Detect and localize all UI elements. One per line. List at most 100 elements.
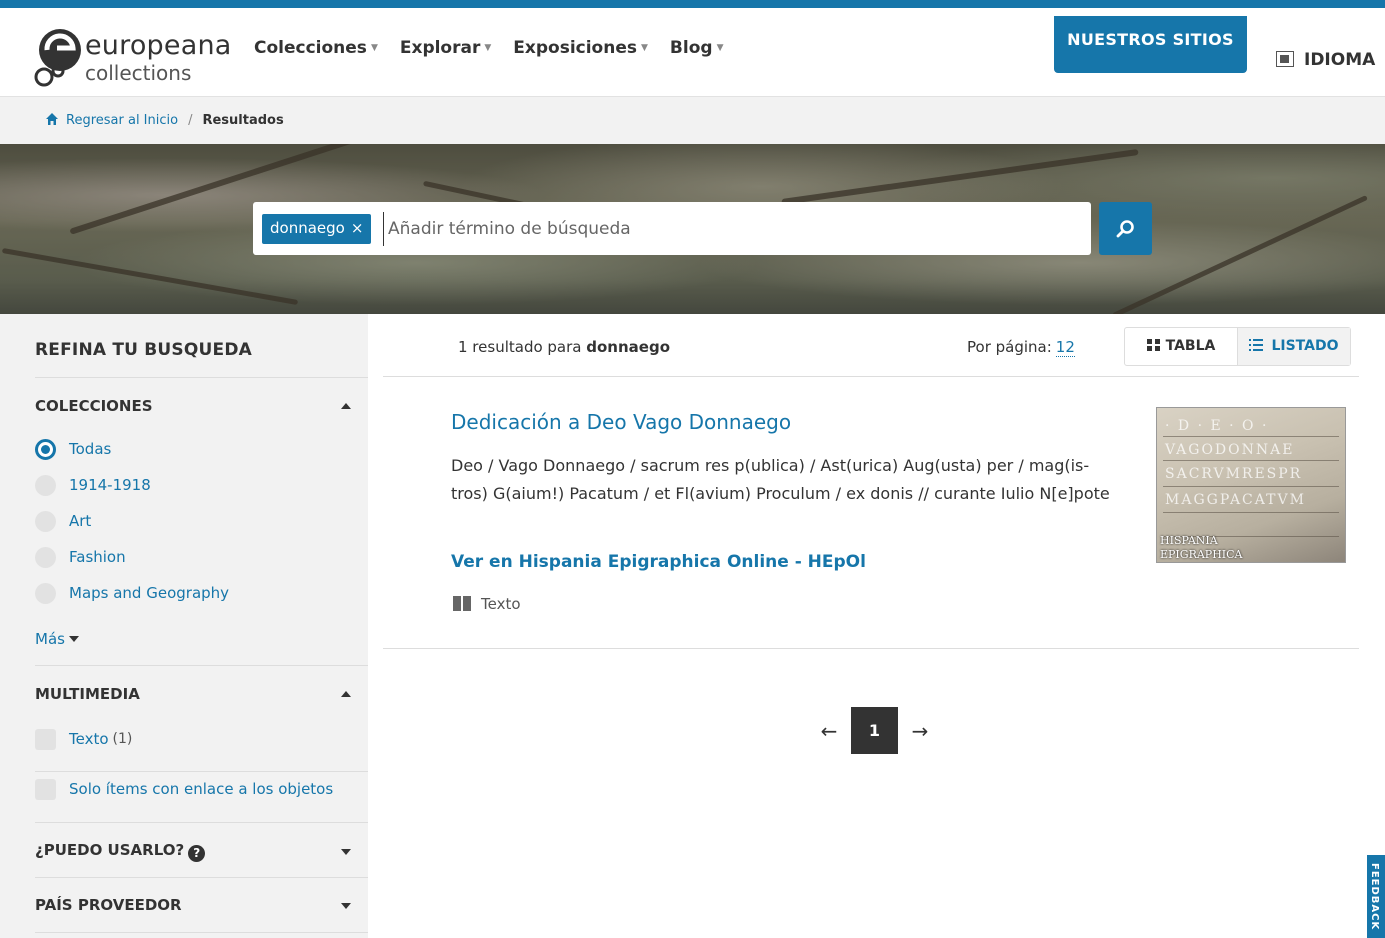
refine-sidebar: REFINA TU BUSQUEDA COLECCIONES Todas 191… <box>0 314 368 938</box>
view-table-button[interactable]: TABLA <box>1125 328 1238 365</box>
logo-text-europeana: europeana <box>85 30 232 61</box>
language-icon <box>1276 51 1294 67</box>
results-count: 1 resultado para donnaego <box>458 338 670 356</box>
list-icon <box>1249 339 1264 351</box>
per-page-selector: Por página: 12 <box>967 338 1075 357</box>
divider <box>35 932 368 933</box>
multimedia-title[interactable]: MULTIMEDIA <box>35 685 140 703</box>
option-count: (1) <box>112 731 133 747</box>
search-term-tag[interactable]: donnaego × <box>262 214 372 244</box>
more-collections-toggle[interactable]: Más <box>35 630 79 648</box>
chevron-down-icon: ▼ <box>641 43 648 53</box>
checkbox[interactable] <box>35 778 56 800</box>
results-main: 1 resultado para donnaego Por página: 12 … <box>383 314 1359 938</box>
search-box: donnaego × <box>253 202 1091 255</box>
divider <box>383 648 1359 649</box>
collapse-up-icon[interactable] <box>341 403 351 409</box>
radio[interactable] <box>35 510 56 532</box>
option-label: Solo ítems con enlace a los objetos <box>69 780 334 798</box>
nav-explorar[interactable]: Explorar ▼ <box>400 38 491 58</box>
rights-title[interactable]: ¿PUEDO USARLO?? <box>35 841 206 862</box>
option-label: Texto <box>69 730 109 748</box>
media-option-linked-only[interactable]: Solo ítems con enlace a los objetos <box>35 777 333 801</box>
europeana-logo-mark-icon <box>34 29 81 87</box>
search-icon <box>1116 220 1134 238</box>
breadcrumb: Regresar al Inicio / Resultados <box>46 113 284 128</box>
results-query: donnaego <box>586 338 671 356</box>
help-icon[interactable]: ? <box>188 845 206 862</box>
provider-country-title[interactable]: PAÍS PROVEEDOR <box>35 896 182 914</box>
language-label: IDIOMA <box>1304 50 1376 70</box>
result-thumbnail[interactable]: · D · E · O · VAGODONNAE SACRVMRESPR MAG… <box>1156 407 1346 563</box>
expand-down-icon[interactable] <box>341 903 351 909</box>
collection-option-maps[interactable]: Maps and Geography <box>35 581 229 605</box>
nav-explorar-label: Explorar <box>399 38 481 58</box>
results-count-text: 1 resultado para <box>458 338 582 356</box>
our-sites-button[interactable]: NUESTROS SITIOS <box>1054 16 1247 73</box>
chevron-down-icon: ▼ <box>484 43 492 53</box>
search-input[interactable] <box>383 212 1073 246</box>
next-page-arrow-icon[interactable]: → <box>902 719 938 743</box>
view-list-label: LISTADO <box>1271 338 1339 354</box>
inscription-glyphs: · D · E · O · <box>1165 418 1269 434</box>
breadcrumb-current: Resultados <box>202 113 284 128</box>
collapse-up-icon[interactable] <box>341 691 351 697</box>
refine-title: REFINA TU BUSQUEDA <box>35 340 253 360</box>
divider <box>35 377 368 378</box>
page-number-current[interactable]: 1 <box>851 707 898 754</box>
per-page-value[interactable]: 12 <box>1055 338 1075 357</box>
hero-branch <box>1 247 299 306</box>
inscription-glyphs: SACRVMRESPR <box>1165 466 1303 482</box>
feedback-tab[interactable]: FEEDBACK <box>1367 855 1385 938</box>
nav-colecciones[interactable]: Colecciones ▼ <box>254 38 378 58</box>
search-button[interactable] <box>1099 202 1152 255</box>
nav-blog[interactable]: Blog ▼ <box>670 38 724 58</box>
result-provider-link[interactable]: Ver en Hispania Epigraphica Online - HEp… <box>451 552 866 572</box>
collection-option-1914-1918[interactable]: 1914-1918 <box>35 473 151 497</box>
view-table-label: TABLA <box>1165 338 1216 354</box>
stone-line <box>1163 460 1339 461</box>
view-list-button[interactable]: LISTADO <box>1238 328 1350 365</box>
checkbox[interactable] <box>35 728 56 750</box>
grid-icon <box>1146 339 1160 351</box>
thumb-watermark-line1: HISPANIA <box>1160 534 1218 547</box>
breadcrumb-separator: / <box>188 113 193 128</box>
stone-line <box>1163 512 1339 513</box>
nav-exposiciones[interactable]: Exposiciones ▼ <box>513 38 648 58</box>
nav-colecciones-label: Colecciones <box>254 38 367 58</box>
collection-option-fashion[interactable]: Fashion <box>35 545 126 569</box>
stone-line <box>1163 486 1339 487</box>
option-label: 1914-1918 <box>69 476 151 494</box>
radio[interactable] <box>35 546 56 568</box>
expand-down-icon[interactable] <box>341 849 351 855</box>
language-selector[interactable]: IDIOMA <box>1276 50 1375 70</box>
breadcrumb-home-link[interactable]: Regresar al Inicio <box>66 113 178 128</box>
close-icon[interactable]: × <box>351 219 364 237</box>
home-icon <box>46 113 58 125</box>
media-option-texto[interactable]: Texto (1) <box>35 727 132 751</box>
collection-option-todas[interactable]: Todas <box>35 437 111 461</box>
radio-selected[interactable] <box>35 438 56 460</box>
rights-title-label: ¿PUEDO USARLO? <box>35 841 185 859</box>
option-label: Maps and Geography <box>69 584 230 602</box>
thumb-watermark-line2: EPIGRAPHICA <box>1160 548 1243 561</box>
search-term-label: donnaego <box>270 219 345 237</box>
divider <box>35 771 368 772</box>
divider <box>383 376 1359 377</box>
europeana-logo[interactable]: europeana collections <box>32 22 231 92</box>
prev-page-arrow-icon[interactable]: ← <box>811 719 847 743</box>
top-navigation-bar: europeana collections Colecciones ▼ Explo… <box>0 0 1385 96</box>
logo-text-collections: collections <box>85 61 192 85</box>
hero-branch <box>781 148 1139 206</box>
more-label: Más <box>35 630 65 648</box>
collection-option-art[interactable]: Art <box>35 509 91 533</box>
chevron-down-icon: ▼ <box>370 43 378 53</box>
radio[interactable] <box>35 582 56 604</box>
per-page-label: Por página: <box>967 338 1052 356</box>
stone-line <box>1163 436 1339 437</box>
radio[interactable] <box>35 474 56 496</box>
option-label: Todas <box>69 440 112 458</box>
collections-title[interactable]: COLECCIONES <box>35 397 153 415</box>
feedback-label: FEEDBACK <box>1369 863 1380 931</box>
result-title-link[interactable]: Dedicación a Deo Vago Donnaego <box>451 410 791 434</box>
